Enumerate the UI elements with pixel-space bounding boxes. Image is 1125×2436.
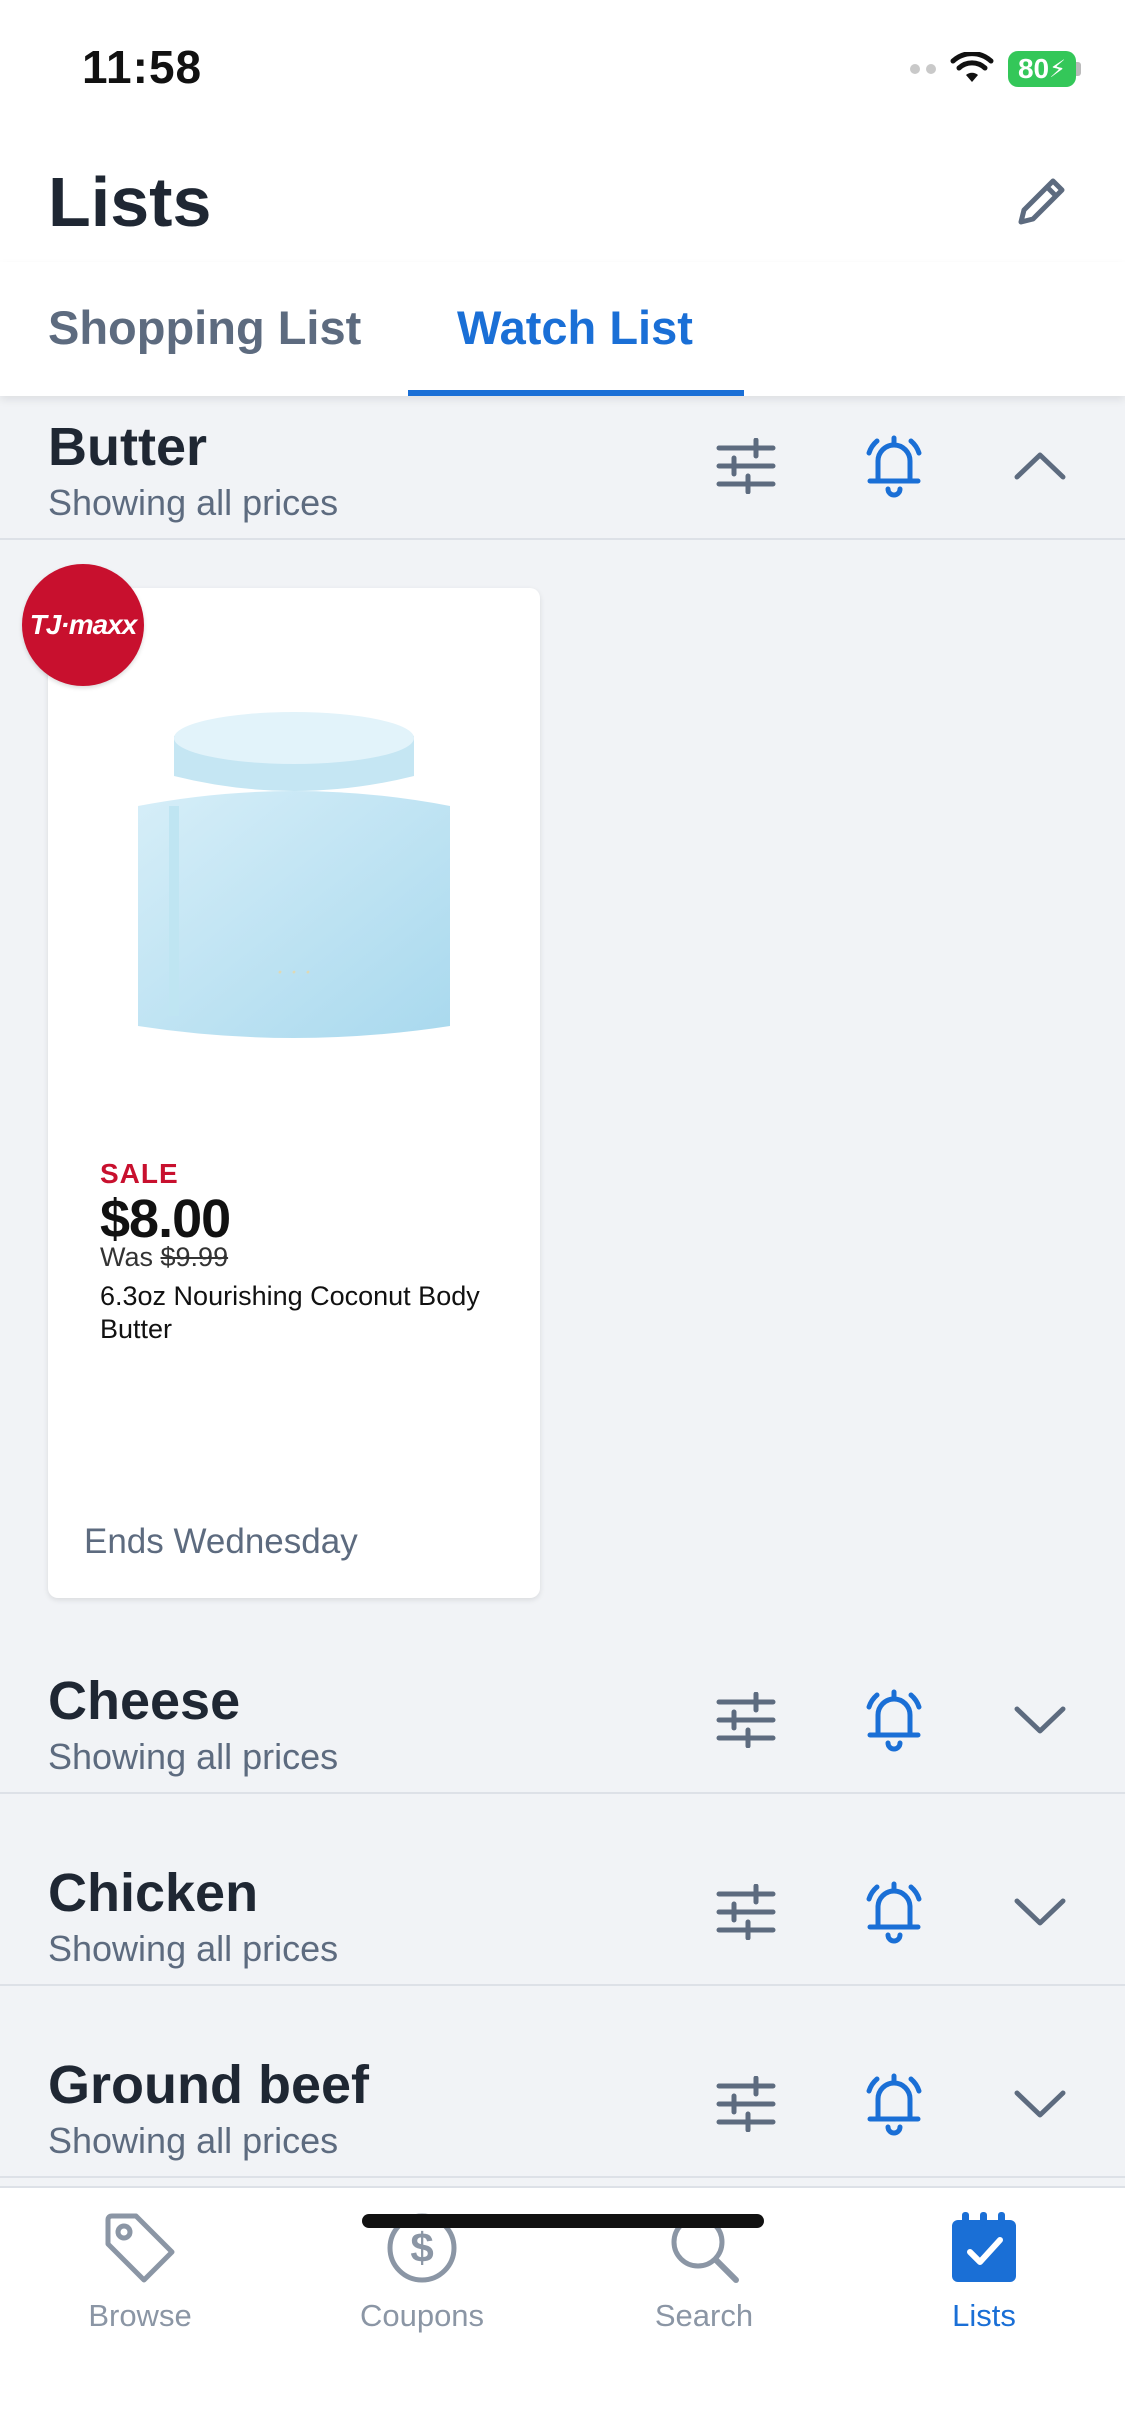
tab-watch-list[interactable]: Watch List [457,300,693,355]
store-logo: TJ·maxx [22,564,144,686]
status-indicators: 80 ⚡ [910,44,1081,94]
section-title: Cheese [48,1671,241,1731]
expand-button[interactable] [1000,1872,1080,1952]
status-bar: 11:58 80 ⚡ [0,0,1125,132]
section-title: Ground beef [48,2055,369,2115]
price-alert-button[interactable] [854,2064,934,2144]
bell-icon [866,1689,922,1752]
tabbar-label: Search [654,2298,754,2333]
section-title: Butter [48,417,207,477]
collapse-button[interactable] [1000,426,1080,506]
section-header-cheese[interactable]: Cheese Showing all prices [0,1650,1125,1794]
calendar-check-icon [944,2208,1024,2288]
wifi-icon [950,52,994,82]
page-title: Lists [48,163,212,241]
bell-icon [866,435,922,498]
cellular-signal-icon [910,64,936,74]
section-subtitle: Showing all prices [48,1736,339,1777]
sliders-icon [716,1884,776,1940]
section-header-butter[interactable]: Butter Showing all prices [0,396,1125,540]
section-subtitle: Showing all prices [48,1928,339,1969]
sliders-icon [716,1692,776,1748]
battery-level: 80 [1017,53,1050,84]
expand-button[interactable] [1000,2064,1080,2144]
filter-button[interactable] [706,2064,786,2144]
home-indicator[interactable] [362,2214,764,2228]
pencil-icon [1018,178,1065,225]
tabbar-item-browse[interactable]: Browse [40,2208,240,2334]
chevron-down-icon [1014,1898,1066,1926]
deal-end-text: Ends Wednesday [84,1522,358,1561]
bell-icon [866,2073,922,2136]
bell-icon [866,1881,922,1944]
section-title: Chicken [48,1863,259,1923]
active-tab-indicator [408,390,744,396]
svg-text:· · ·: · · · [277,961,312,986]
edit-button[interactable] [1007,166,1077,236]
chevron-up-icon [1014,452,1066,480]
filter-button[interactable] [706,1680,786,1760]
tabbar-label: Browse [88,2298,192,2333]
product-name: 6.3oz Nourishing Coconut Body Butter [100,1281,480,1344]
product-card[interactable]: · · · SALE $8.00 Was $9.99 6.3oz Nourish… [48,588,540,1598]
tab-shopping-list[interactable]: Shopping List [48,300,361,355]
chevron-down-icon [1014,1706,1066,1734]
product-image: · · · [138,712,450,1038]
sale-price: $8.00 [100,1189,231,1249]
sliders-icon [716,438,776,494]
sliders-icon [716,2076,776,2132]
price-alert-button[interactable] [854,1680,934,1760]
section-header-ground-beef[interactable]: Ground beef Showing all prices [0,2034,1125,2178]
sale-label: SALE [100,1158,179,1189]
battery-tip [1076,62,1081,76]
chevron-down-icon [1014,2090,1066,2118]
tag-icon [100,2208,180,2288]
watch-list-content: Butter Showing all prices TJ·maxx · · · … [0,396,1125,2186]
was-prefix: Was [100,1242,153,1272]
svg-text:$: $ [410,2224,433,2271]
tabbar-item-lists[interactable]: Lists [884,2208,1084,2334]
filter-button[interactable] [706,1872,786,1952]
list-tabs: Shopping List Watch List [0,262,1125,396]
tabbar-label: Lists [952,2298,1016,2333]
was-price: Was $9.99 [100,1242,228,1273]
price-alert-button[interactable] [854,426,934,506]
filter-button[interactable] [706,426,786,506]
expand-button[interactable] [1000,1680,1080,1760]
section-subtitle: Showing all prices [48,482,339,523]
tabbar-label: Coupons [359,2298,485,2333]
header: Lists [0,132,1125,262]
status-time: 11:58 [82,41,203,93]
price-alert-button[interactable] [854,1872,934,1952]
battery-indicator: 80 ⚡ [1008,51,1076,87]
original-price: $9.99 [160,1242,229,1272]
section-header-chicken[interactable]: Chicken Showing all prices [0,1842,1125,1986]
section-subtitle: Showing all prices [48,2120,339,2161]
